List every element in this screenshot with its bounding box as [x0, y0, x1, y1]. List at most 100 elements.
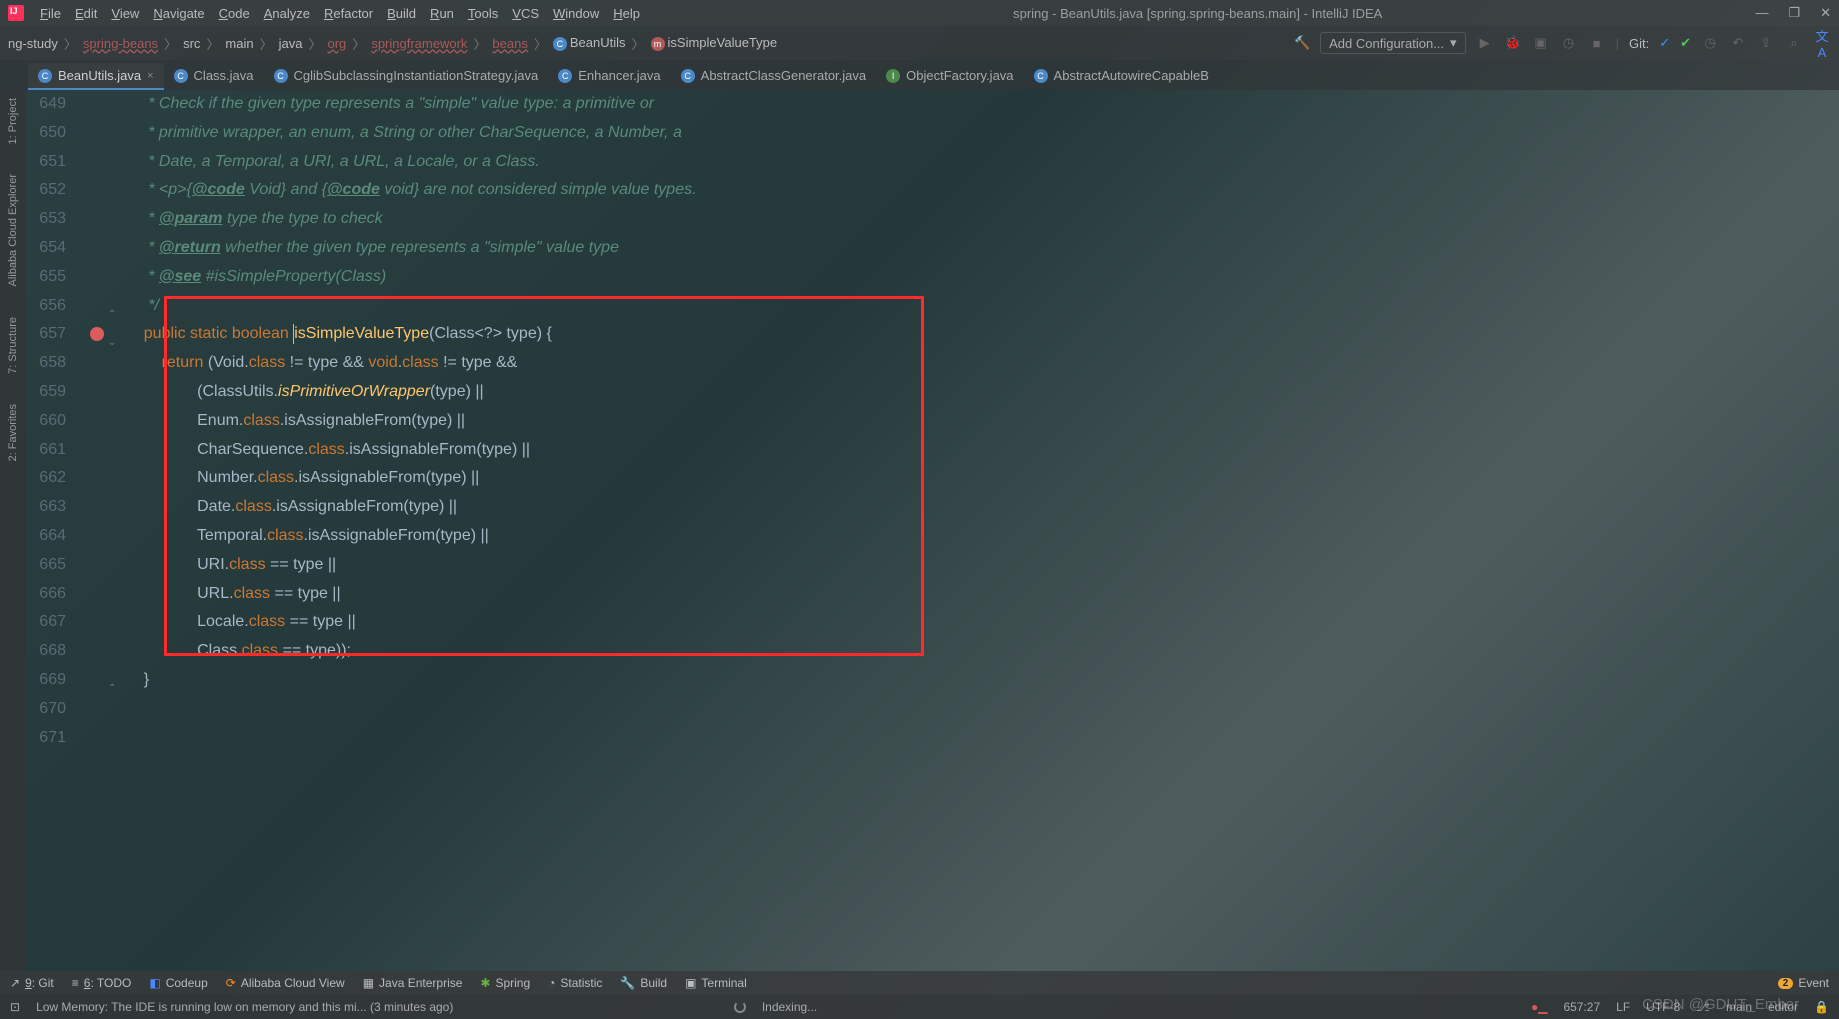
code-line[interactable]: 671 [26, 724, 1839, 753]
code-line[interactable]: 650 * primitive wrapper, an enum, a Stri… [26, 119, 1839, 148]
menu-help[interactable]: Help [613, 6, 640, 21]
line-number[interactable]: 656 [26, 292, 86, 321]
gutter[interactable]: ⌃ [86, 292, 126, 321]
code-line[interactable]: 649 * Check if the given type represents… [26, 90, 1839, 119]
gutter[interactable] [86, 436, 126, 465]
tab-AbstractAutowireCapableB[interactable]: CAbstractAutowireCapableB [1024, 63, 1219, 90]
code-line[interactable]: 654 * @return whether the given type rep… [26, 234, 1839, 263]
line-number[interactable]: 668 [26, 637, 86, 666]
gutter[interactable] [86, 119, 126, 148]
code-text[interactable]: Locale.class == type || [126, 608, 356, 637]
code-line[interactable]: 670 [26, 695, 1839, 724]
code-line[interactable]: 655 * @see #isSimpleProperty(Class) [26, 263, 1839, 292]
breadcrumb-main[interactable]: main [225, 36, 253, 51]
gutter[interactable] [86, 176, 126, 205]
menu-navigate[interactable]: Navigate [153, 6, 204, 21]
git-commit-icon[interactable]: ✔ [1680, 35, 1691, 51]
gutter[interactable] [86, 263, 126, 292]
line-number[interactable]: 654 [26, 234, 86, 263]
line-number[interactable]: 671 [26, 724, 86, 753]
breadcrumb-java[interactable]: java [279, 36, 303, 51]
gutter[interactable] [86, 90, 126, 119]
gutter[interactable] [86, 464, 126, 493]
code-text[interactable]: return (Void.class != type && void.class… [126, 349, 517, 378]
code-text[interactable]: URL.class == type || [126, 580, 341, 609]
gutter[interactable] [86, 724, 126, 753]
code-line[interactable]: 662 Number.class.isAssignableFrom(type) … [26, 464, 1839, 493]
line-number[interactable]: 662 [26, 464, 86, 493]
code-text[interactable]: * @see #isSimpleProperty(Class) [126, 263, 386, 292]
code-text[interactable]: * <p>{@code Void} and {@code void} are n… [126, 176, 697, 205]
menu-code[interactable]: Code [219, 6, 250, 21]
code-text[interactable]: } [126, 666, 149, 695]
code-text[interactable]: * primitive wrapper, an enum, a String o… [126, 119, 682, 148]
gutter[interactable] [86, 234, 126, 263]
memory-indicator-icon[interactable]: ●▁ [1531, 1000, 1547, 1014]
code-line[interactable]: 658 return (Void.class != type && void.c… [26, 349, 1839, 378]
line-number[interactable]: 663 [26, 493, 86, 522]
line-number[interactable]: 669 [26, 666, 86, 695]
tool-windows-icon[interactable]: ⊡ [10, 1000, 20, 1014]
tab-ObjectFactory.java[interactable]: IObjectFactory.java [876, 63, 1023, 90]
close-icon[interactable]: ✕ [1820, 5, 1831, 21]
line-number[interactable]: 658 [26, 349, 86, 378]
line-number[interactable]: 670 [26, 695, 86, 724]
code-text[interactable]: Number.class.isAssignableFrom(type) || [126, 464, 479, 493]
tab-BeanUtils.java[interactable]: CBeanUtils.java× [28, 63, 164, 90]
line-number[interactable]: 650 [26, 119, 86, 148]
build-icon[interactable]: 🔨 [1294, 35, 1310, 51]
run-icon[interactable]: ▶ [1476, 35, 1494, 51]
gutter[interactable] [86, 148, 126, 177]
code-line[interactable]: 661 CharSequence.class.isAssignableFrom(… [26, 436, 1839, 465]
gutter[interactable] [86, 378, 126, 407]
code-text[interactable]: Class.class == type)); [126, 637, 351, 666]
event-log[interactable]: 2Event [1778, 976, 1829, 990]
gutter[interactable] [86, 407, 126, 436]
code-text[interactable]: CharSequence.class.isAssignableFrom(type… [126, 436, 530, 465]
gutter[interactable] [86, 493, 126, 522]
gutter[interactable]: ⌄ [86, 320, 126, 349]
line-number[interactable]: 655 [26, 263, 86, 292]
code-line[interactable]: 667 Locale.class == type || [26, 608, 1839, 637]
tool-6-todo[interactable]: ≡6: TODO [72, 976, 132, 990]
code-line[interactable]: 664 Temporal.class.isAssignableFrom(type… [26, 522, 1839, 551]
search-everywhere-icon[interactable]: ⌕ [1785, 35, 1803, 51]
tool-spring[interactable]: ✱Spring [480, 976, 530, 990]
git-update-icon[interactable]: ✓ [1659, 35, 1670, 51]
code-line[interactable]: 663 Date.class.isAssignableFrom(type) || [26, 493, 1839, 522]
line-number[interactable]: 653 [26, 205, 86, 234]
breadcrumb-beans[interactable]: beans [492, 36, 527, 51]
git-history-icon[interactable]: ◷ [1701, 35, 1719, 51]
line-number[interactable]: 659 [26, 378, 86, 407]
gutter[interactable] [86, 637, 126, 666]
code-text[interactable]: */ [126, 292, 159, 321]
code-text[interactable]: URI.class == type || [126, 551, 336, 580]
menu-run[interactable]: Run [430, 6, 454, 21]
code-line[interactable]: 669⌃ } [26, 666, 1839, 695]
code-text[interactable]: (ClassUtils.isPrimitiveOrWrapper(type) |… [126, 378, 484, 407]
caret-position[interactable]: 657:27 [1563, 1000, 1600, 1014]
stop-icon[interactable]: ■ [1588, 36, 1606, 51]
menu-file[interactable]: File [40, 6, 61, 21]
tool-window-1-project[interactable]: 1: Project [7, 98, 19, 144]
maximize-icon[interactable]: ❐ [1788, 5, 1800, 21]
gutter[interactable] [86, 205, 126, 234]
tool-java-enterprise[interactable]: ▦Java Enterprise [363, 976, 463, 990]
code-text[interactable]: public static boolean isSimpleValueType(… [126, 320, 552, 349]
breadcrumb-ng-study[interactable]: ng-study [8, 36, 58, 51]
tool-codeup[interactable]: ◧Codeup [149, 976, 207, 990]
line-number[interactable]: 651 [26, 148, 86, 177]
gutter[interactable] [86, 580, 126, 609]
menu-build[interactable]: Build [387, 6, 416, 21]
gutter[interactable]: ⌃ [86, 666, 126, 695]
line-number[interactable]: 666 [26, 580, 86, 609]
tool-window-2-favorites[interactable]: 2: Favorites [7, 404, 19, 461]
debug-icon[interactable]: 🐞 [1504, 35, 1522, 51]
tab-Enhancer.java[interactable]: CEnhancer.java [548, 63, 670, 90]
tool-alibaba-cloud-view[interactable]: ⟳Alibaba Cloud View [226, 976, 345, 990]
code-editor[interactable]: 649 * Check if the given type represents… [26, 90, 1839, 971]
menu-window[interactable]: Window [553, 6, 599, 21]
profile-icon[interactable]: ◷ [1560, 35, 1578, 51]
breadcrumb-springframework[interactable]: springframework [371, 36, 467, 51]
tool-statistic[interactable]: ◔Statistic [548, 976, 602, 990]
